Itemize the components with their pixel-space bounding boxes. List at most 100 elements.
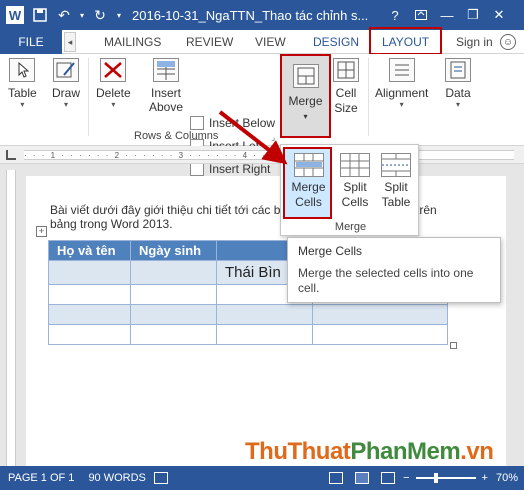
chevron-down-icon: ▾: [399, 100, 404, 109]
insert-above-icon: [153, 58, 179, 82]
table-cell[interactable]: [216, 304, 313, 325]
ruler-scale[interactable]: · · · 1 · · · · · · 2 · · · · · · 3 · · …: [24, 150, 514, 160]
table-header-cell[interactable]: Họ và tên: [48, 240, 131, 261]
table-cell[interactable]: [48, 324, 131, 345]
tab-mailings[interactable]: MAILINGS: [104, 30, 161, 54]
select-icon: [9, 58, 36, 82]
data-button[interactable]: Data ▾: [445, 58, 471, 109]
tooltip-body: Merge the selected cells into one cell.: [298, 266, 474, 295]
customize-qat-icon[interactable]: ▾: [112, 0, 126, 30]
draw-table-icon: [53, 58, 79, 82]
ribbon-divider: [368, 58, 369, 136]
merge-label: Merge: [288, 94, 323, 108]
print-layout-icon[interactable]: [355, 472, 370, 484]
insert-right-label: Insert Right: [209, 162, 271, 176]
help-button[interactable]: ?: [382, 0, 408, 30]
draw-button[interactable]: Draw ▾: [52, 58, 80, 109]
horizontal-ruler: · · · 1 · · · · · · 2 · · · · · · 3 · · …: [0, 146, 524, 164]
table-move-handle-icon[interactable]: +: [36, 226, 47, 237]
chevron-down-icon: ▾: [64, 100, 69, 109]
rows-columns-dialog-launcher-icon[interactable]: ⌟: [271, 132, 275, 143]
word-count[interactable]: 90 WORDS: [88, 472, 145, 484]
table-header-cell[interactable]: Ngày sinh: [130, 240, 217, 261]
ribbon: Table ▾ Draw ▾ Delete ▾ Insert Above Ins…: [0, 54, 524, 176]
table-row: [48, 304, 448, 325]
zoom-level[interactable]: 70%: [496, 472, 518, 484]
tab-view[interactable]: VIEW: [255, 30, 286, 54]
table-cell[interactable]: [130, 324, 217, 345]
undo-icon[interactable]: ↶: [52, 0, 76, 30]
document-title: 2016-10-31_NgaTTN_Thao tác chỉnh s...: [132, 7, 369, 23]
web-layout-icon[interactable]: [381, 472, 396, 484]
restore-button[interactable]: ❐: [460, 0, 486, 30]
tab-design[interactable]: DESIGN: [313, 30, 359, 54]
title-bar: W ↶ ▾ ↻ ▾ 2016-10-31_NgaTTN_Thao tác chỉ…: [0, 0, 524, 30]
delete-table-icon: [100, 58, 127, 82]
ribbon-display-options-button[interactable]: [408, 0, 434, 30]
table-cell[interactable]: [48, 260, 131, 285]
undo-dropdown-icon[interactable]: ▾: [76, 0, 88, 30]
alignment-button[interactable]: Alignment ▾: [375, 58, 428, 109]
redo-icon[interactable]: ↻: [88, 0, 112, 30]
merge-icon: [293, 64, 319, 88]
paragraph-line-2: bảng trong Word 2013.: [50, 217, 173, 231]
word-app-icon[interactable]: W: [6, 6, 24, 24]
ribbon-tab-row: FILE ◂ MAILINGS REVIEW VIEW DESIGN LAYOU…: [0, 30, 524, 54]
chevron-down-icon: ▾: [303, 112, 308, 121]
insert-below-icon: [190, 116, 204, 130]
table-cell[interactable]: [130, 260, 217, 285]
save-icon[interactable]: [28, 0, 52, 30]
zoom-controls: − + 70%: [321, 466, 518, 490]
insert-right-icon: [190, 162, 204, 176]
read-mode-icon[interactable]: [329, 472, 344, 484]
merge-cells-highlight: [283, 147, 332, 219]
insert-below-label: Insert Below: [209, 116, 276, 130]
close-button[interactable]: ✕: [486, 0, 512, 30]
rows-columns-group-label: Rows & Columns: [134, 130, 219, 142]
table-cell[interactable]: [130, 284, 217, 305]
tab-review[interactable]: REVIEW: [186, 30, 233, 54]
merge-cells-tooltip: Merge Cells Merge the selected cells int…: [287, 237, 501, 303]
table-cell[interactable]: [216, 324, 313, 345]
proofing-icon[interactable]: [153, 472, 168, 484]
table-button[interactable]: Table ▾: [8, 58, 37, 109]
split-cells-label: Split Cells: [341, 180, 369, 209]
split-cells-button[interactable]: Split Cells: [335, 149, 375, 210]
alignment-icon: [388, 58, 415, 82]
page-count[interactable]: PAGE 1 OF 1: [8, 472, 74, 484]
document-page[interactable]: Bài viết dưới đây giới thiệu chi tiết tớ…: [26, 176, 506, 466]
split-table-label: Split Table: [381, 180, 411, 209]
insert-right-button[interactable]: Insert Right: [190, 162, 270, 176]
delete-label: Delete: [96, 86, 131, 100]
feedback-smiley-icon[interactable]: ☺: [500, 34, 516, 50]
watermark-logo: ThuThuatPhanMem.vn: [245, 438, 494, 466]
table-cell[interactable]: [312, 324, 448, 345]
insert-above-button[interactable]: Insert Above: [146, 58, 186, 114]
table-cell[interactable]: [48, 304, 131, 325]
cell-size-button[interactable]: Cell Size: [331, 58, 361, 116]
layout-tab-highlight: [369, 27, 442, 55]
zoom-slider[interactable]: [415, 473, 476, 483]
watermark-part-2: PhanMem: [350, 438, 461, 465]
draw-label: Draw: [52, 86, 81, 100]
merge-group-label: Merge: [334, 221, 367, 233]
table-cell[interactable]: [48, 284, 131, 305]
tab-file[interactable]: FILE: [0, 30, 62, 54]
zoom-in-button[interactable]: +: [482, 472, 488, 484]
table-resize-handle[interactable]: [450, 342, 457, 349]
zoom-slider-thumb[interactable]: [433, 473, 438, 483]
merge-button[interactable]: Merge ▾: [280, 54, 331, 138]
tab-selector-icon[interactable]: [6, 150, 16, 160]
minimize-button[interactable]: —: [434, 0, 460, 30]
tab-scroll-left-icon[interactable]: ◂: [64, 32, 76, 52]
split-table-icon: [381, 153, 411, 177]
chevron-down-icon: ▾: [455, 100, 460, 109]
split-table-button[interactable]: Split Table: [376, 149, 416, 210]
zoom-out-button[interactable]: −: [403, 472, 409, 484]
table-cell[interactable]: [312, 304, 448, 325]
chevron-down-icon: ▾: [111, 100, 116, 109]
insert-below-button[interactable]: Insert Below: [190, 116, 275, 130]
sign-in-link[interactable]: Sign in: [456, 30, 493, 54]
delete-button[interactable]: Delete ▾: [96, 58, 131, 109]
table-cell[interactable]: [130, 304, 217, 325]
